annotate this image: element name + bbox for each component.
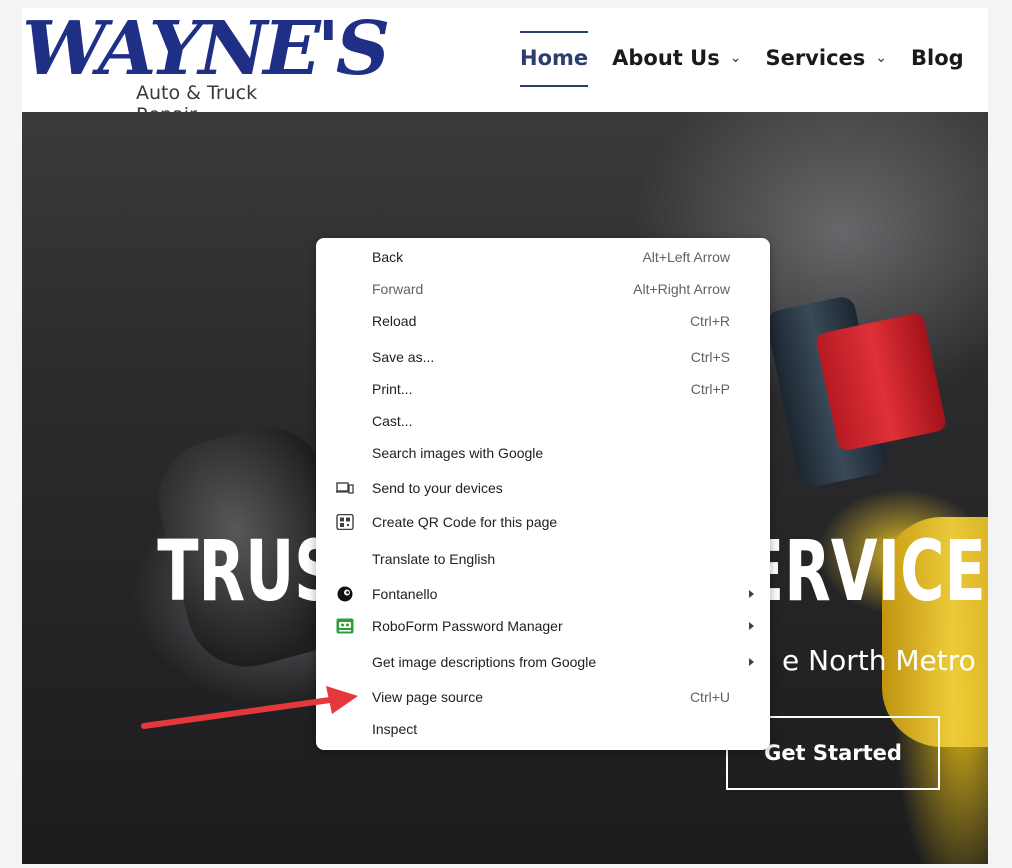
menu-item-shortcut: Ctrl+R (689, 313, 730, 329)
menu-item-reload[interactable]: Reload Ctrl+R (316, 306, 770, 336)
menu-item-label: RoboForm Password Manager (372, 618, 563, 634)
nav-home-label: Home (520, 46, 589, 70)
nav-home[interactable]: Home (520, 30, 589, 87)
menu-item-fontanello[interactable]: Fontanello (316, 579, 770, 609)
menu-item-label: Back (372, 249, 404, 265)
menu-item-search-images[interactable]: Search images with Google (316, 438, 770, 468)
hero-photo-oil-cap (814, 311, 948, 453)
submenu-arrow-icon (749, 622, 754, 630)
menu-item-label: Send to your devices (372, 480, 503, 496)
menu-item-cast[interactable]: Cast... (316, 406, 770, 436)
menu-item-label: Translate to English (372, 551, 496, 567)
fontanello-icon (337, 586, 353, 602)
nav-about-us[interactable]: About Us ⌄ (612, 30, 741, 86)
menu-item-shortcut: Ctrl+U (689, 689, 730, 705)
chevron-down-icon: ⌄ (875, 50, 887, 66)
menu-item-label: Fontanello (372, 586, 438, 602)
menu-item-shortcut: Alt+Right Arrow (633, 281, 730, 297)
logo-wordmark: WAYNE'S (22, 8, 390, 92)
menu-item-label: Search images with Google (372, 445, 544, 461)
devices-icon (336, 482, 354, 494)
menu-item-label: Forward (372, 281, 424, 297)
menu-item-send-to-devices[interactable]: Send to your devices (316, 473, 770, 503)
menu-item-translate[interactable]: Translate to English (316, 544, 770, 574)
menu-item-label: Print... (372, 381, 413, 397)
site-header: WAYNE'S Auto & Truck Repair Home About U… (22, 8, 988, 126)
menu-item-label: Inspect (372, 721, 418, 737)
nav-blog-label: Blog (911, 46, 964, 70)
menu-item-label: View page source (372, 689, 484, 705)
menu-item-label: Save as... (372, 349, 435, 365)
menu-item-shortcut: Alt+Left Arrow (642, 249, 730, 265)
submenu-arrow-icon (749, 590, 754, 598)
chevron-down-icon: ⌄ (729, 50, 742, 66)
menu-item-label: Create QR Code for this page (372, 514, 558, 530)
menu-item-image-descriptions[interactable]: Get image descriptions from Google (316, 647, 770, 677)
main-nav: Home About Us ⌄ Services ⌄ Blog (520, 22, 988, 94)
menu-item-label: Cast... (372, 413, 413, 429)
menu-item-save-as[interactable]: Save as... Ctrl+S (316, 342, 770, 372)
menu-item-shortcut: Ctrl+S (690, 349, 730, 365)
menu-item-shortcut: Ctrl+P (690, 381, 730, 397)
menu-item-view-page-source[interactable]: View page source Ctrl+U (316, 682, 770, 712)
annotation-arrow-icon (141, 686, 358, 729)
qr-code-icon (336, 514, 354, 530)
menu-item-inspect[interactable]: Inspect (316, 714, 770, 744)
menu-item-roboform[interactable]: RoboForm Password Manager (316, 611, 770, 641)
submenu-arrow-icon (749, 658, 754, 666)
menu-item-label: Reload (372, 313, 417, 329)
menu-item-back[interactable]: Back Alt+Left Arrow (316, 242, 770, 272)
context-menu: Back Alt+Left Arrow Forward Alt+Right Ar… (316, 238, 770, 750)
menu-item-label: Get image descriptions from Google (372, 654, 597, 670)
site-logo[interactable]: WAYNE'S Auto & Truck Repair (22, 8, 390, 126)
menu-item-forward[interactable]: Forward Alt+Right Arrow (316, 274, 770, 304)
menu-item-create-qr[interactable]: Create QR Code for this page (316, 507, 770, 537)
nav-services-label: Services (765, 46, 866, 70)
menu-item-print[interactable]: Print... Ctrl+P (316, 374, 770, 404)
nav-about-us-label: About Us (612, 46, 720, 70)
roboform-icon (336, 618, 354, 634)
hero-subtitle: e North Metro (782, 644, 976, 677)
nav-services[interactable]: Services ⌄ (765, 30, 887, 86)
nav-blog[interactable]: Blog (911, 30, 964, 86)
